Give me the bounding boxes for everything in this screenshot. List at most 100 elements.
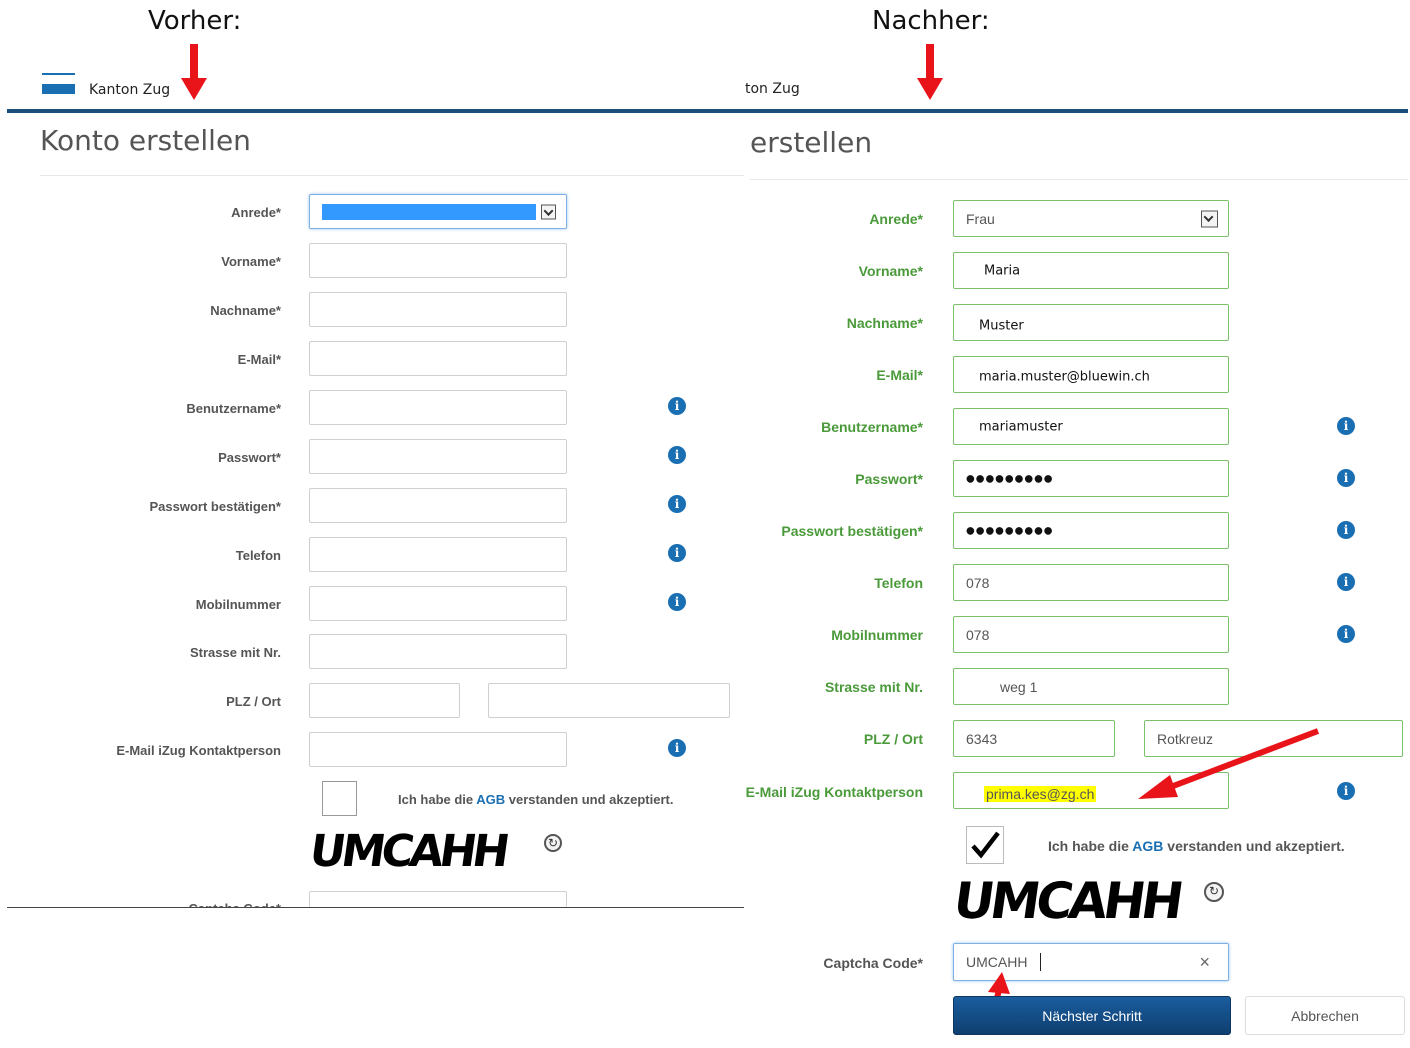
- mobilnummer-input[interactable]: [309, 586, 567, 621]
- benutzername-value: mariamuster: [979, 419, 1063, 434]
- label-telefon: Telefon: [235, 548, 281, 563]
- refresh-icon[interactable]: ↻: [544, 834, 562, 852]
- title-separator: [40, 175, 744, 176]
- info-icon[interactable]: i: [1337, 521, 1355, 539]
- info-icon[interactable]: i: [1337, 417, 1355, 435]
- label-plz-ort: PLZ / Ort: [226, 694, 281, 709]
- plz-input[interactable]: 6343: [953, 720, 1115, 757]
- nachname-input[interactable]: Muster: [953, 304, 1229, 341]
- passwort-value: ●●●●●●●●●: [966, 473, 1054, 484]
- mobilnummer-value: 078: [966, 626, 990, 643]
- page-title: Konto erstellen: [40, 124, 251, 157]
- label-passwort: Passwort*: [855, 471, 923, 487]
- label-telefon: Telefon: [874, 575, 923, 591]
- telefon-input[interactable]: 078: [953, 564, 1229, 601]
- nachname-input[interactable]: [309, 292, 567, 327]
- email-input[interactable]: maria.muster@bluewin.ch: [953, 356, 1229, 393]
- passwort-bestaetigen-input[interactable]: [309, 488, 567, 523]
- info-icon[interactable]: i: [1337, 625, 1355, 643]
- label-kontaktperson: E-Mail iZug Kontaktperson: [116, 743, 281, 758]
- info-icon[interactable]: i: [1337, 469, 1355, 487]
- vorname-input[interactable]: [309, 243, 567, 278]
- label-strasse: Strasse mit Nr.: [824, 679, 923, 695]
- info-icon[interactable]: i: [668, 739, 686, 757]
- label-passwort: Passwort*: [218, 450, 281, 465]
- label-nachname: Nachname*: [846, 315, 923, 331]
- info-icon[interactable]: i: [668, 544, 686, 562]
- strasse-input[interactable]: weg 1: [953, 668, 1229, 705]
- ort-input[interactable]: [488, 683, 730, 718]
- label-anrede: Anrede*: [231, 205, 281, 220]
- captcha-image: UMCAHH: [949, 872, 1184, 930]
- text-cursor: [1040, 953, 1041, 971]
- plz-value: 6343: [966, 730, 998, 747]
- benutzername-input[interactable]: [309, 390, 567, 425]
- info-icon[interactable]: i: [668, 593, 686, 611]
- captcha-input[interactable]: [309, 891, 567, 907]
- passwort-bestaetigen-value: ●●●●●●●●●: [966, 525, 1054, 536]
- agb-checkbox[interactable]: [322, 781, 357, 816]
- vorname-value: Maria: [984, 263, 1021, 278]
- nachname-value: Muster: [979, 318, 1024, 334]
- email-input[interactable]: [309, 341, 567, 376]
- label-vorname: Vorname*: [221, 254, 281, 269]
- title-separator: [750, 179, 1408, 180]
- strasse-input[interactable]: [309, 634, 567, 669]
- kanton-logo-line: [42, 73, 75, 75]
- brand-name: ton Zug: [745, 81, 800, 97]
- label-mobilnummer: Mobilnummer: [831, 627, 923, 643]
- info-icon[interactable]: i: [668, 495, 686, 513]
- next-step-button[interactable]: Nächster Schritt: [953, 996, 1231, 1035]
- brand-name: Kanton Zug: [89, 82, 171, 98]
- label-anrede: Anrede*: [869, 211, 923, 227]
- plz-input[interactable]: [309, 683, 460, 718]
- agb-checkbox[interactable]: [966, 826, 1004, 864]
- benutzername-input[interactable]: mariamuster: [953, 408, 1229, 445]
- mobilnummer-input[interactable]: 078: [953, 616, 1229, 653]
- checkmark-icon: [971, 831, 1000, 859]
- label-passwort-bestaetigen: Passwort bestätigen*: [149, 499, 282, 514]
- anrede-select[interactable]: [309, 194, 567, 229]
- agb-link[interactable]: AGB: [1132, 838, 1163, 854]
- captcha-value: UMCAHH: [966, 954, 1028, 970]
- kanton-logo-icon: [42, 84, 75, 94]
- kontaktperson-input[interactable]: [309, 732, 567, 767]
- agb-prefix: Ich habe die: [398, 792, 477, 807]
- page-title: erstellen: [750, 126, 873, 159]
- label-benutzername: Benutzername*: [186, 401, 281, 416]
- label-email: E-Mail*: [876, 367, 923, 383]
- label-vorname: Vorname*: [858, 263, 923, 279]
- label-passwort-bestaetigen: Passwort bestätigen*: [781, 523, 923, 539]
- clear-icon[interactable]: ×: [1199, 952, 1210, 973]
- label-plz-ort: PLZ / Ort: [863, 731, 923, 747]
- info-icon[interactable]: i: [1337, 573, 1355, 591]
- after-caption: Nachher:: [872, 6, 990, 36]
- agb-link[interactable]: AGB: [476, 792, 505, 807]
- passwort-bestaetigen-input[interactable]: ●●●●●●●●●: [953, 512, 1229, 549]
- anrede-select-highlight: [322, 204, 536, 220]
- chevron-down-icon: [541, 204, 556, 219]
- telefon-value: 078: [966, 574, 990, 591]
- agb-text: Ich habe die AGB verstanden und akzeptie…: [1048, 838, 1345, 854]
- cancel-button[interactable]: Abbrechen: [1245, 996, 1405, 1035]
- info-icon[interactable]: i: [668, 397, 686, 415]
- header-line: [744, 109, 1408, 113]
- info-icon[interactable]: i: [1337, 782, 1355, 800]
- passwort-input[interactable]: ●●●●●●●●●: [953, 460, 1229, 497]
- label-captcha: Captcha Code*: [823, 955, 923, 971]
- vorname-input[interactable]: Maria: [953, 252, 1229, 289]
- agb-suffix: verstanden und akzeptiert.: [505, 792, 674, 807]
- before-caption: Vorher:: [148, 6, 242, 36]
- captcha-image: UMCAHH: [306, 826, 510, 877]
- info-icon[interactable]: i: [668, 446, 686, 464]
- after-arrow-icon: [917, 44, 943, 100]
- label-mobilnummer: Mobilnummer: [195, 597, 281, 612]
- refresh-icon[interactable]: ↻: [1204, 882, 1224, 902]
- label-nachname: Nachname*: [210, 303, 281, 318]
- telefon-input[interactable]: [309, 537, 567, 572]
- email-value: maria.muster@bluewin.ch: [979, 369, 1150, 385]
- anrede-select[interactable]: Frau: [953, 200, 1229, 237]
- crop-line: [7, 907, 744, 908]
- passwort-input[interactable]: [309, 439, 567, 474]
- label-kontaktperson: E-Mail iZug Kontaktperson: [745, 784, 923, 800]
